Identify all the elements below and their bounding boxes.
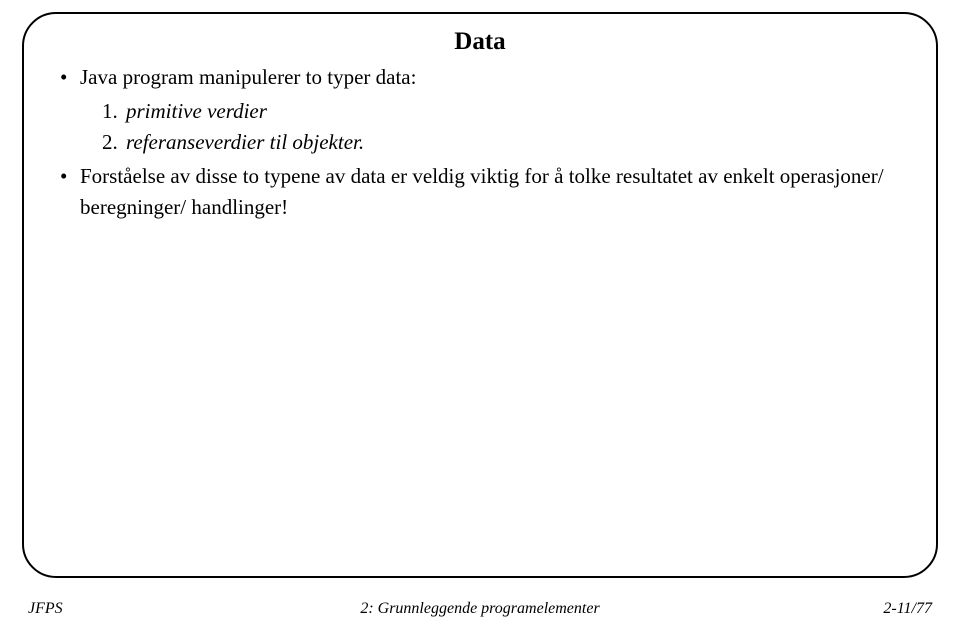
numbered-item: primitive verdier <box>102 96 902 128</box>
numbered-list: primitive verdier referanseverdier til o… <box>58 96 902 159</box>
bullet-text: Forståelse av disse to typene av data er… <box>80 164 884 220</box>
bullet-item: Java program manipulerer to typer data: <box>58 62 902 94</box>
numbered-text: referanseverdier til objekter. <box>126 130 364 154</box>
footer-right: 2-11/77 <box>883 600 932 618</box>
footer-center: 2: Grunnleggende programelementer <box>28 600 932 618</box>
numbered-item: referanseverdier til objekter. <box>102 127 902 159</box>
numbered-text: primitive verdier <box>126 99 267 123</box>
bullet-list: Java program manipulerer to typer data: <box>58 62 902 94</box>
bullet-list-cont: Forståelse av disse to typene av data er… <box>58 161 902 224</box>
footer: JFPS 2: Grunnleggende programelementer 2… <box>28 600 932 618</box>
content-frame: Data Java program manipulerer to typer d… <box>22 12 938 578</box>
slide: Data Java program manipulerer to typer d… <box>0 0 960 636</box>
slide-title: Data <box>58 28 902 56</box>
bullet-text: Java program manipulerer to typer data: <box>80 65 416 89</box>
bullet-item: Forståelse av disse to typene av data er… <box>58 161 902 224</box>
footer-left: JFPS <box>28 600 63 618</box>
